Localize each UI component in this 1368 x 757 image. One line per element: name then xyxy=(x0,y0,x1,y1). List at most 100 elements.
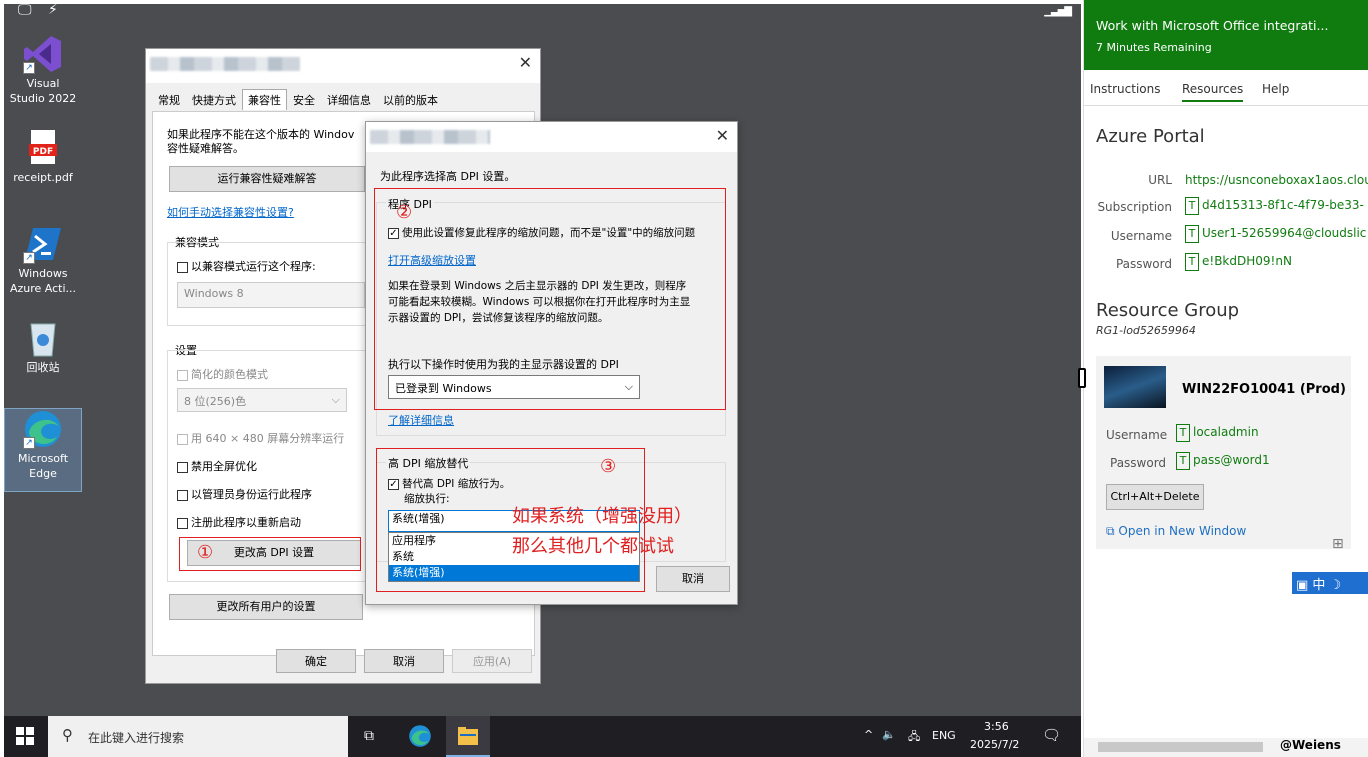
subscription-value[interactable]: Td4d15313-8f1c-4f79-be33- xyxy=(1185,197,1364,215)
run-troubleshooter-button[interactable]: 运行兼容性疑难解答 xyxy=(169,166,365,192)
tab-previous-versions[interactable]: 以前的版本 xyxy=(377,89,444,111)
desktop-icon-label: Edge xyxy=(29,467,57,480)
run-640-checkbox[interactable]: 用 640 × 480 屏幕分辨率运行 xyxy=(177,430,344,446)
monitor-icon[interactable]: 🖵 xyxy=(18,2,32,18)
blurred-title xyxy=(150,57,300,71)
language-indicator[interactable]: ENG xyxy=(932,729,956,742)
tab-compatibility[interactable]: 兼容性 xyxy=(242,89,287,110)
desktop-icon-windows-azure[interactable]: ↗ Windows Azure Acti... xyxy=(4,224,82,296)
compat-intro-2: 容性疑难解答。 xyxy=(167,142,244,155)
open-new-window-text: Open in New Window xyxy=(1118,524,1247,538)
resource-group-value: RG1-lod52659964 xyxy=(1096,324,1196,337)
remote-desktop[interactable]: ↗ Visual Studio 2022 PDF receipt.pdf ↗ W… xyxy=(4,4,1081,716)
tab-security[interactable]: 安全 xyxy=(287,89,321,111)
tab-shortcut[interactable]: 快捷方式 xyxy=(186,89,242,111)
type-text-icon[interactable]: T xyxy=(1176,424,1190,442)
close-icon[interactable]: ✕ xyxy=(519,53,532,72)
taskbar: ⚲ 在此键入进行搜索 ⧉ ^ 🔈 🖧 ENG 3:56 2025/7/2 🗨 xyxy=(4,716,1081,757)
taskbar-search-box[interactable]: ⚲ 在此键入进行搜索 xyxy=(48,716,348,757)
cancel-button[interactable]: 取消 xyxy=(364,649,444,673)
task-view-icon[interactable]: ⧉ xyxy=(364,728,374,744)
annotation-note-1: 如果系统（增强没用） xyxy=(512,506,692,527)
checkbox-icon[interactable] xyxy=(177,489,188,501)
panel-tabs: Instructions Resources Help xyxy=(1084,76,1368,106)
open-new-window-link[interactable]: ⧉ Open in New Window xyxy=(1106,524,1246,539)
username-value[interactable]: T User1-52659964@cloudslic xyxy=(1185,225,1366,243)
checkbox-icon[interactable] xyxy=(177,461,188,473)
search-icon: ⚲ xyxy=(62,726,73,744)
taskbar-edge-icon[interactable] xyxy=(408,724,432,751)
volume-muted-icon[interactable]: 🔈 xyxy=(882,728,896,741)
desktop-icon-label: Visual xyxy=(26,77,60,90)
ctrl-alt-delete-button[interactable]: Ctrl+Alt+Delete xyxy=(1106,484,1204,510)
notification-icon[interactable]: 🗨 xyxy=(1042,726,1061,744)
shortcut-arrow-icon: ↗ xyxy=(23,62,35,74)
taskbar-explorer-icon[interactable] xyxy=(446,716,490,757)
reduced-color-checkbox[interactable]: 简化的颜色模式 xyxy=(177,366,268,382)
tab-resources[interactable]: Resources xyxy=(1182,82,1244,102)
chevron-down-icon: ⌵ xyxy=(331,393,340,406)
search-placeholder: 在此键入进行搜索 xyxy=(88,731,185,745)
dpi-titlebar[interactable]: ✕ xyxy=(366,122,737,152)
manual-compat-link[interactable]: 如何手动选择兼容性设置? xyxy=(167,204,294,220)
vm-thumbnail[interactable] xyxy=(1104,366,1166,408)
watermark-text: @Weiens xyxy=(1280,738,1341,752)
learn-more-link[interactable]: 了解详细信息 xyxy=(388,412,454,428)
desktop-icon-edge[interactable]: ↗ Microsoft Edge xyxy=(4,408,82,492)
windows-start-icon[interactable] xyxy=(16,727,34,748)
vm-name: WIN22FO10041 (Prod) xyxy=(1182,382,1346,397)
vm-username-label: Username xyxy=(1106,428,1168,442)
clock-time[interactable]: 3:56 xyxy=(984,720,1009,733)
type-text-icon[interactable]: T xyxy=(1185,197,1199,215)
properties-titlebar[interactable]: ✕ xyxy=(146,49,540,83)
checkbox-label: 简化的颜色模式 xyxy=(191,368,268,381)
register-restart-checkbox[interactable]: 注册此程序以重新启动 xyxy=(177,514,301,530)
high-dpi-dialog[interactable]: ✕ 为此程序选择高 DPI 设置。 程序 DPI ✓ 使用此设置修复此程序的缩放问… xyxy=(365,121,738,605)
checkbox-icon[interactable] xyxy=(177,261,188,273)
desktop-icon-recycle-bin[interactable]: 回收站 xyxy=(4,318,82,375)
change-all-users-button[interactable]: 更改所有用户的设置 xyxy=(169,594,363,620)
tab-general[interactable]: 常规 xyxy=(152,89,186,111)
clock-date[interactable]: 2025/7/2 xyxy=(970,738,1019,751)
subscription-label: Subscription xyxy=(1097,200,1172,214)
properties-tabs: 常规 快捷方式 兼容性 安全 详细信息 以前的版本 xyxy=(152,89,444,111)
color-mode-select[interactable]: 8 位(256)色 ⌵ xyxy=(177,388,347,412)
url-value[interactable]: https://usnconeboxax1aos.clou xyxy=(1185,173,1368,187)
password-value[interactable]: Te!BkdDH09!nN xyxy=(1185,253,1292,271)
run-admin-checkbox[interactable]: 以管理员身份运行此程序 xyxy=(177,486,312,502)
desktop-icon-receipt-pdf[interactable]: PDF receipt.pdf xyxy=(4,128,82,185)
vm-username-value[interactable]: Tlocaladmin xyxy=(1176,424,1259,442)
annotation-number-2: ② xyxy=(396,202,413,223)
ok-button[interactable]: 确定 xyxy=(276,649,356,673)
vm-password-value[interactable]: Tpass@word1 xyxy=(1176,452,1270,470)
compat-os-select[interactable]: Windows 8 xyxy=(177,282,365,308)
scrollbar-thumb[interactable] xyxy=(1098,742,1263,752)
tab-details[interactable]: 详细信息 xyxy=(321,89,377,111)
annotation-note-2: 那么其他几个都试试 xyxy=(512,536,674,557)
horizontal-scrollbar[interactable]: @Weiens xyxy=(1084,738,1368,757)
checkbox-label: 以兼容模式运行这个程序: xyxy=(191,260,316,273)
tab-instructions[interactable]: Instructions xyxy=(1090,82,1160,96)
network-icon[interactable]: 🖧 xyxy=(908,728,920,747)
close-icon[interactable]: ✕ xyxy=(716,126,729,145)
tab-help[interactable]: Help xyxy=(1262,82,1289,96)
desktop-icon-visual-studio[interactable]: ↗ Visual Studio 2022 xyxy=(4,34,82,106)
chevron-up-icon[interactable]: ^ xyxy=(864,728,873,741)
vm-password-label: Password xyxy=(1110,456,1167,470)
lightning-icon[interactable]: ⚡ xyxy=(48,2,58,18)
compat-mode-checkbox[interactable]: 以兼容模式运行这个程序: xyxy=(177,258,316,274)
disable-fullscreen-checkbox[interactable]: 禁用全屏优化 xyxy=(177,458,257,474)
checkbox-icon[interactable] xyxy=(177,433,188,445)
apply-button[interactable]: 应用(A) xyxy=(452,649,532,673)
grid-add-icon[interactable]: ⊞ xyxy=(1332,536,1344,552)
checkbox-icon[interactable] xyxy=(177,517,188,529)
type-text-icon[interactable]: T xyxy=(1185,253,1199,271)
checkbox-label: 以管理员身份运行此程序 xyxy=(191,488,312,501)
type-text-icon[interactable]: T xyxy=(1185,225,1199,243)
type-text-icon[interactable]: T xyxy=(1176,452,1190,470)
panel-resize-handle[interactable] xyxy=(1078,368,1086,388)
checkbox-icon[interactable] xyxy=(177,369,188,381)
ime-toolbar[interactable]: ▣ 中 ☽ xyxy=(1292,572,1368,594)
dpi-cancel-button[interactable]: 取消 xyxy=(656,566,730,592)
moon-icon: ☽ xyxy=(1325,578,1342,593)
